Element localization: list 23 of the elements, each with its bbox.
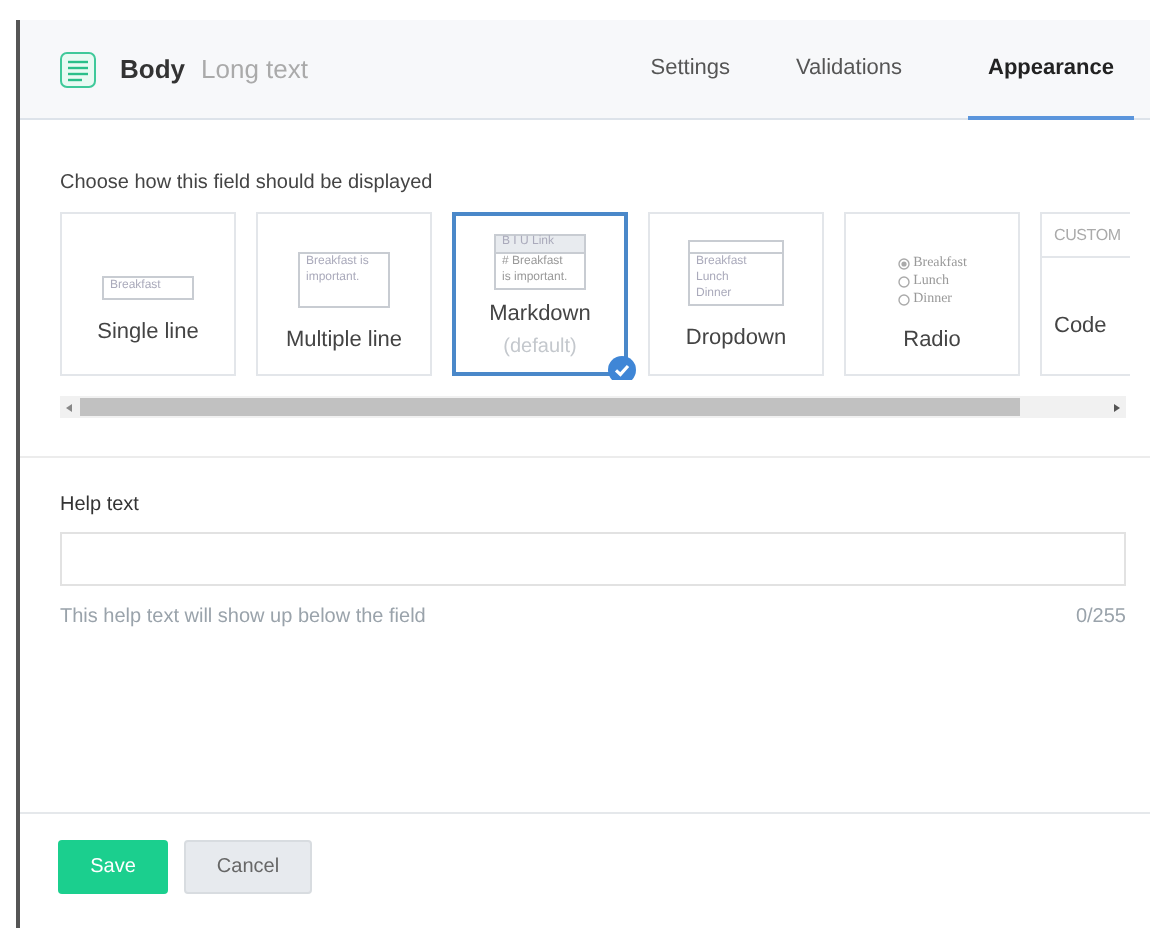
option-label: Code — [1052, 312, 1107, 342]
option-heading: CUSTOM — [1042, 214, 1130, 258]
option-sublabel: (default) — [503, 333, 577, 362]
prompt-text: Choose how this field should be displayed — [60, 170, 435, 198]
field-name: Body — [120, 51, 185, 88]
option-label: Radio — [903, 326, 961, 357]
document-icon — [60, 51, 96, 87]
character-counter: 0/255 — [1075, 604, 1126, 632]
field-type: Long text — [201, 51, 308, 88]
tab[interactable]: Settings — [650, 20, 731, 120]
tab[interactable]: Appearance — [968, 20, 1134, 120]
hint-text: This help text will show up below the field — [60, 604, 426, 632]
tab[interactable]: Validations — [796, 20, 903, 120]
appearance-option[interactable]: CUSTOM Code — [1040, 212, 1130, 376]
cancel-button[interactable]: Cancel — [184, 840, 312, 894]
option-label: Multiple line — [285, 325, 403, 356]
option-label: Dropdown — [685, 324, 787, 355]
option-label: Markdown — [489, 300, 591, 331]
field-label: Help text — [60, 492, 141, 520]
help-text-input[interactable] — [60, 532, 1126, 586]
horizontal-scrollbar[interactable] — [60, 396, 1126, 418]
option-label: Single line — [97, 317, 199, 348]
check-icon — [608, 356, 636, 380]
